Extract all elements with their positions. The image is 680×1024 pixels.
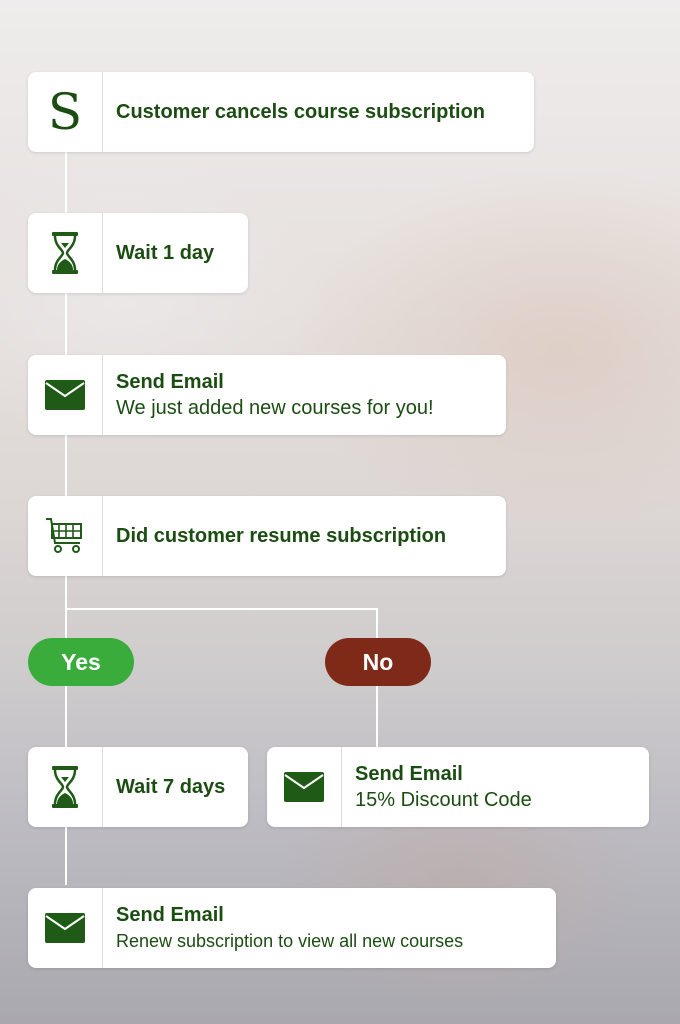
node-wait-1-day[interactable]: Wait 1 day <box>28 213 248 293</box>
email-discount-title: Send Email <box>355 763 463 785</box>
email-renew-title: Send Email <box>116 904 224 926</box>
email-1-title: Send Email <box>116 371 224 393</box>
node-wait-7-days[interactable]: Wait 7 days <box>28 747 248 827</box>
email-1-subtitle: We just added new courses for you! <box>116 397 434 419</box>
branch-no-pill[interactable]: No <box>325 638 431 686</box>
trigger-label: Customer cancels course subscription <box>116 101 486 123</box>
connector-branch-horizontal <box>65 608 378 610</box>
branch-yes-pill[interactable]: Yes <box>28 638 134 686</box>
shopping-cart-icon <box>28 496 103 576</box>
brand-s-glyph: S <box>47 83 83 141</box>
wait-7-label: Wait 7 days <box>116 776 226 798</box>
wait-1-label: Wait 1 day <box>116 242 215 264</box>
email-renew-subtitle: Renew subscription to view all new cours… <box>116 931 464 951</box>
envelope-icon <box>267 747 342 827</box>
node-send-email-discount[interactable]: Send Email 15% Discount Code <box>267 747 649 827</box>
condition-label: Did customer resume subscription <box>116 525 447 547</box>
node-send-email-new-courses[interactable]: Send Email We just added new courses for… <box>28 355 506 435</box>
node-condition-resume[interactable]: Did customer resume subscription <box>28 496 506 576</box>
envelope-icon <box>28 888 103 968</box>
email-discount-subtitle: 15% Discount Code <box>355 789 532 811</box>
hourglass-icon <box>28 747 103 827</box>
branch-yes-label: Yes <box>61 648 101 675</box>
envelope-icon <box>28 355 103 435</box>
node-trigger[interactable]: S Customer cancels course subscription <box>28 72 534 152</box>
branch-no-label: No <box>362 648 394 675</box>
hourglass-icon <box>28 213 103 293</box>
node-send-email-renew[interactable]: Send Email Renew subscription to view al… <box>28 888 556 968</box>
brand-s-icon: S <box>28 72 103 152</box>
